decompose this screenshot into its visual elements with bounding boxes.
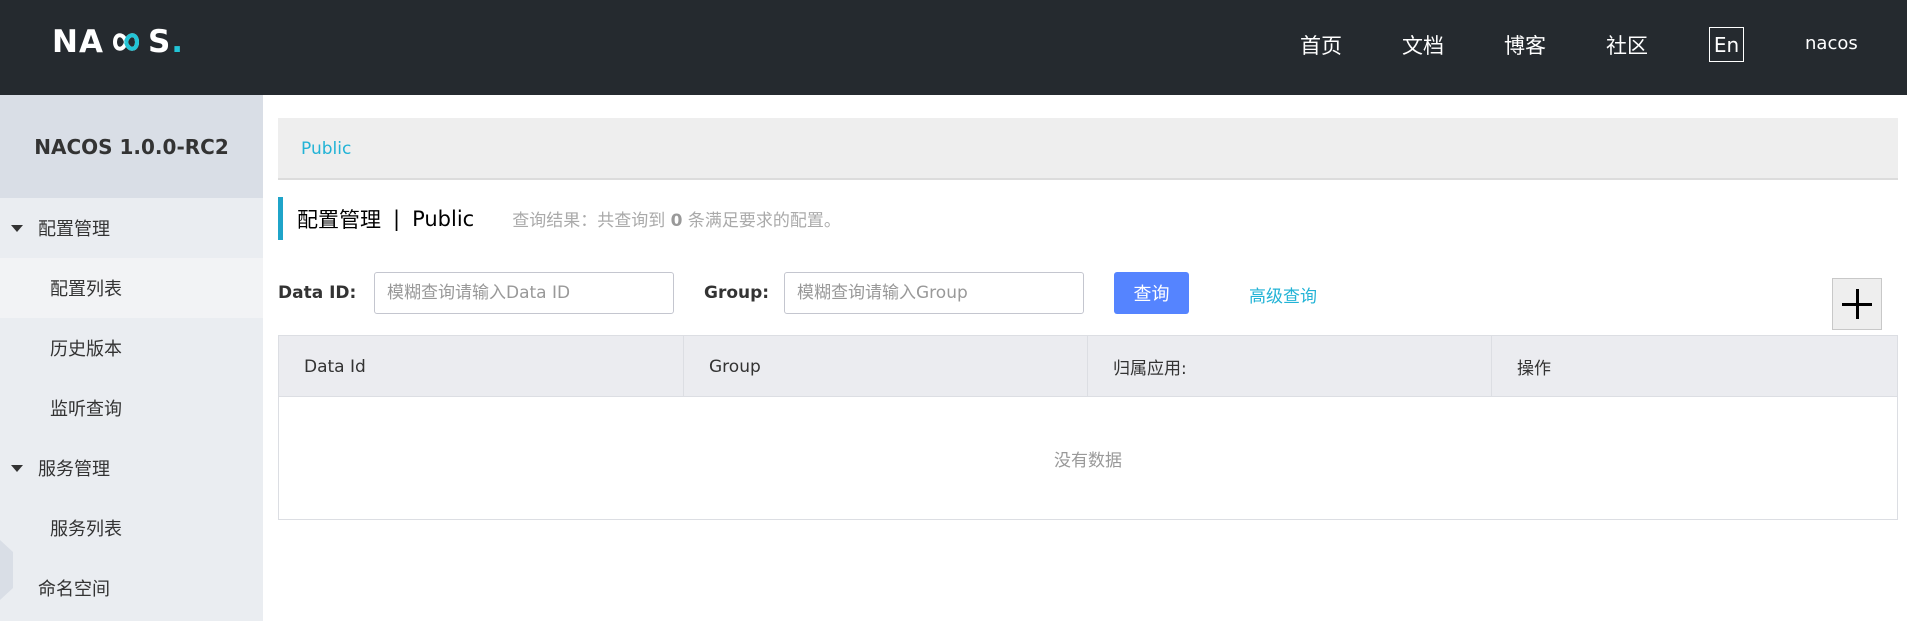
- result-suffix: 条满足要求的配置。: [687, 211, 841, 231]
- table-header: Data Id Group 归属应用: 操作: [279, 336, 1897, 397]
- result-count: 0: [670, 211, 683, 231]
- nav-blog[interactable]: 博客: [1504, 30, 1546, 60]
- page-heading: 配置管理 | Public 查询结果：共查询到 0 条满足要求的配置。: [278, 197, 841, 240]
- add-config-button[interactable]: [1832, 278, 1882, 330]
- config-table: Data Id Group 归属应用: 操作 没有数据: [278, 335, 1898, 520]
- plus-icon-vertical: [1855, 289, 1859, 319]
- sidebar-group-config[interactable]: 配置管理: [0, 198, 263, 258]
- table-empty-message: 没有数据: [1054, 450, 1122, 471]
- column-header-group: Group: [684, 336, 1088, 397]
- logo-dot: .: [171, 24, 185, 60]
- column-header-app: 归属应用:: [1088, 336, 1492, 397]
- sidebar-item-config-list[interactable]: 配置列表: [0, 258, 263, 318]
- nav-docs[interactable]: 文档: [1402, 30, 1444, 60]
- sidebar-item-label: 历史版本: [50, 339, 122, 360]
- query-button[interactable]: 查询: [1114, 272, 1189, 314]
- column-header-dataid: Data Id: [279, 336, 684, 397]
- infinity-logo-icon: [112, 33, 139, 51]
- group-input[interactable]: [784, 272, 1084, 314]
- nacos-logo[interactable]: NA S .: [52, 22, 184, 62]
- sidebar-group-service[interactable]: 服务管理: [0, 438, 263, 498]
- sidebar: NACOS 1.0.0-RC2 配置管理 配置列表 历史版本 监听查询 服务管理…: [0, 95, 263, 621]
- sidebar-item-service-list[interactable]: 服务列表: [0, 498, 263, 558]
- column-header-actions: 操作: [1517, 359, 1551, 379]
- result-prefix: 查询结果：共查询到: [512, 211, 666, 231]
- logo-text-left: NA: [52, 24, 104, 60]
- language-switch-button[interactable]: En: [1709, 27, 1744, 62]
- top-navbar: NA S . 首页 文档 博客 社区 En nacos: [0, 0, 1907, 95]
- sidebar-group-label: 服务管理: [38, 459, 110, 480]
- title-separator: |: [393, 206, 401, 231]
- caret-down-icon: [11, 224, 23, 232]
- sidebar-group-label: 配置管理: [38, 219, 110, 240]
- caret-down-icon: [11, 464, 23, 472]
- nav-community[interactable]: 社区: [1606, 30, 1648, 60]
- sidebar-item-label: 配置列表: [50, 279, 122, 300]
- sidebar-version-title: NACOS 1.0.0-RC2: [0, 95, 263, 198]
- sidebar-item-namespace[interactable]: 命名空间: [0, 558, 263, 618]
- namespace-bar: Public: [278, 118, 1898, 180]
- group-label: Group:: [704, 283, 770, 303]
- page-title: 配置管理: [297, 207, 381, 232]
- dataid-label: Data ID:: [278, 283, 357, 303]
- nav-home[interactable]: 首页: [1300, 30, 1342, 60]
- user-name[interactable]: nacos: [1805, 33, 1858, 54]
- logo-text-right: S: [147, 24, 172, 60]
- sidebar-item-listener-query[interactable]: 监听查询: [0, 378, 263, 438]
- dataid-input[interactable]: [374, 272, 674, 314]
- sidebar-item-label: 服务列表: [50, 519, 122, 540]
- advanced-query-link[interactable]: 高级查询: [1249, 282, 1317, 307]
- namespace-link-public[interactable]: Public: [301, 139, 351, 159]
- sidebar-item-label: 命名空间: [38, 579, 110, 600]
- page-namespace: Public: [412, 206, 475, 231]
- sidebar-item-label: 监听查询: [50, 399, 122, 420]
- query-result-summary: 查询结果：共查询到 0 条满足要求的配置。: [512, 206, 841, 231]
- sidebar-item-history[interactable]: 历史版本: [0, 318, 263, 378]
